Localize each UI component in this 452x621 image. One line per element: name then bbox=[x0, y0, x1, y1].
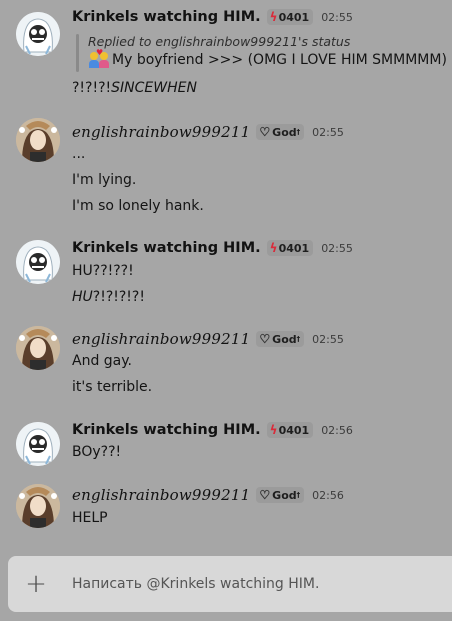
reply-text: My boyfriend >>> (OMG I LOVE HIM SMMMMM) bbox=[112, 52, 447, 68]
server-tag[interactable]: ♡ God † bbox=[256, 487, 305, 503]
lightning-bolt-icon: ϟ bbox=[269, 241, 278, 255]
server-tag-text: God bbox=[272, 488, 297, 502]
server-tag-text: 0401 bbox=[278, 423, 310, 437]
avatar-krinkels-image bbox=[16, 422, 60, 466]
message-text: I'm lying. bbox=[72, 172, 137, 188]
avatar-krinkels-image bbox=[16, 12, 60, 56]
reply-content[interactable]: ♥ My boyfriend >>> (OMG I LOVE HIM SMMMM… bbox=[88, 48, 447, 69]
avatar[interactable] bbox=[16, 484, 60, 528]
message-text: HU?!?!?!?! bbox=[72, 289, 145, 305]
timestamp[interactable]: 02:55 bbox=[312, 333, 344, 346]
avatar-englishrainbow-image bbox=[16, 326, 60, 370]
server-tag-text: 0401 bbox=[278, 10, 310, 24]
chat-messages: Krinkels watching HIM. ϟ 0401 02:55 Repli… bbox=[0, 0, 452, 550]
heart-icon: ♡ bbox=[259, 488, 271, 503]
server-tag[interactable]: ϟ 0401 bbox=[266, 422, 314, 438]
message-text: HU??!??! bbox=[72, 263, 134, 279]
username[interactable]: Krinkels watching HIM. bbox=[72, 422, 261, 438]
message-text: And gay. bbox=[72, 353, 132, 369]
server-tag-text: God bbox=[272, 125, 297, 139]
server-tag-text: 0401 bbox=[278, 241, 310, 255]
plus-icon[interactable]: + bbox=[20, 568, 52, 600]
server-tag-sup: † bbox=[296, 335, 301, 343]
message-text: BOy??! bbox=[72, 444, 122, 460]
message-header: englishrainbow999211 ♡ God † 02:56 bbox=[72, 486, 344, 504]
message-header: englishrainbow999211 ♡ God † 02:55 bbox=[72, 123, 344, 141]
server-tag-sup: † bbox=[296, 128, 301, 136]
timestamp[interactable]: 02:55 bbox=[321, 242, 353, 255]
server-tag[interactable]: ϟ 0401 bbox=[266, 240, 314, 256]
username[interactable]: englishrainbow999211 bbox=[72, 330, 250, 348]
message-input[interactable] bbox=[72, 576, 452, 592]
avatar-krinkels-image bbox=[16, 240, 60, 284]
message-text: ... bbox=[72, 146, 86, 162]
message-text: it's terrible. bbox=[72, 379, 153, 395]
avatar[interactable] bbox=[16, 12, 60, 56]
message-composer: + bbox=[8, 556, 452, 612]
reply-bar bbox=[76, 34, 79, 72]
reply-label[interactable]: Replied to englishrainbow999211's status bbox=[88, 34, 350, 49]
timestamp[interactable]: 02:56 bbox=[321, 424, 353, 437]
server-tag-text: God bbox=[272, 332, 297, 346]
couple-with-heart-icon: ♥ bbox=[88, 48, 110, 69]
server-tag[interactable]: ♡ God † bbox=[256, 124, 305, 140]
username[interactable]: Krinkels watching HIM. bbox=[72, 240, 261, 256]
message-text: ?!?!?!SINCEWHEN bbox=[72, 80, 197, 96]
username[interactable]: englishrainbow999211 bbox=[72, 123, 250, 141]
message-text-italic: HU bbox=[72, 289, 93, 305]
message-text-italic: SINCEWHEN bbox=[111, 80, 197, 96]
message-text: I'm so lonely hank. bbox=[72, 198, 204, 214]
username[interactable]: englishrainbow999211 bbox=[72, 486, 250, 504]
avatar-englishrainbow-image bbox=[16, 118, 60, 162]
timestamp[interactable]: 02:56 bbox=[312, 489, 344, 502]
avatar[interactable] bbox=[16, 118, 60, 162]
username[interactable]: Krinkels watching HIM. bbox=[72, 9, 261, 25]
avatar[interactable] bbox=[16, 240, 60, 284]
heart-icon: ♡ bbox=[259, 125, 271, 140]
message-text: HELP bbox=[72, 510, 108, 526]
message-header: Krinkels watching HIM. ϟ 0401 02:56 bbox=[72, 422, 353, 438]
message-header: englishrainbow999211 ♡ God † 02:55 bbox=[72, 330, 344, 348]
lightning-bolt-icon: ϟ bbox=[269, 10, 278, 24]
timestamp[interactable]: 02:55 bbox=[321, 11, 353, 24]
server-tag-sup: † bbox=[296, 491, 301, 499]
server-tag[interactable]: ♡ God † bbox=[256, 331, 305, 347]
message-header: Krinkels watching HIM. ϟ 0401 02:55 bbox=[72, 9, 353, 25]
lightning-bolt-icon: ϟ bbox=[269, 423, 278, 437]
avatar[interactable] bbox=[16, 422, 60, 466]
server-tag[interactable]: ϟ 0401 bbox=[266, 9, 314, 25]
message-header: Krinkels watching HIM. ϟ 0401 02:55 bbox=[72, 240, 353, 256]
message-text-plain: ?!?!?!?! bbox=[92, 289, 145, 305]
avatar-englishrainbow-image bbox=[16, 484, 60, 528]
avatar[interactable] bbox=[16, 326, 60, 370]
heart-icon: ♡ bbox=[259, 332, 271, 347]
message-text-plain: ?!?!?! bbox=[72, 80, 112, 96]
timestamp[interactable]: 02:55 bbox=[312, 126, 344, 139]
